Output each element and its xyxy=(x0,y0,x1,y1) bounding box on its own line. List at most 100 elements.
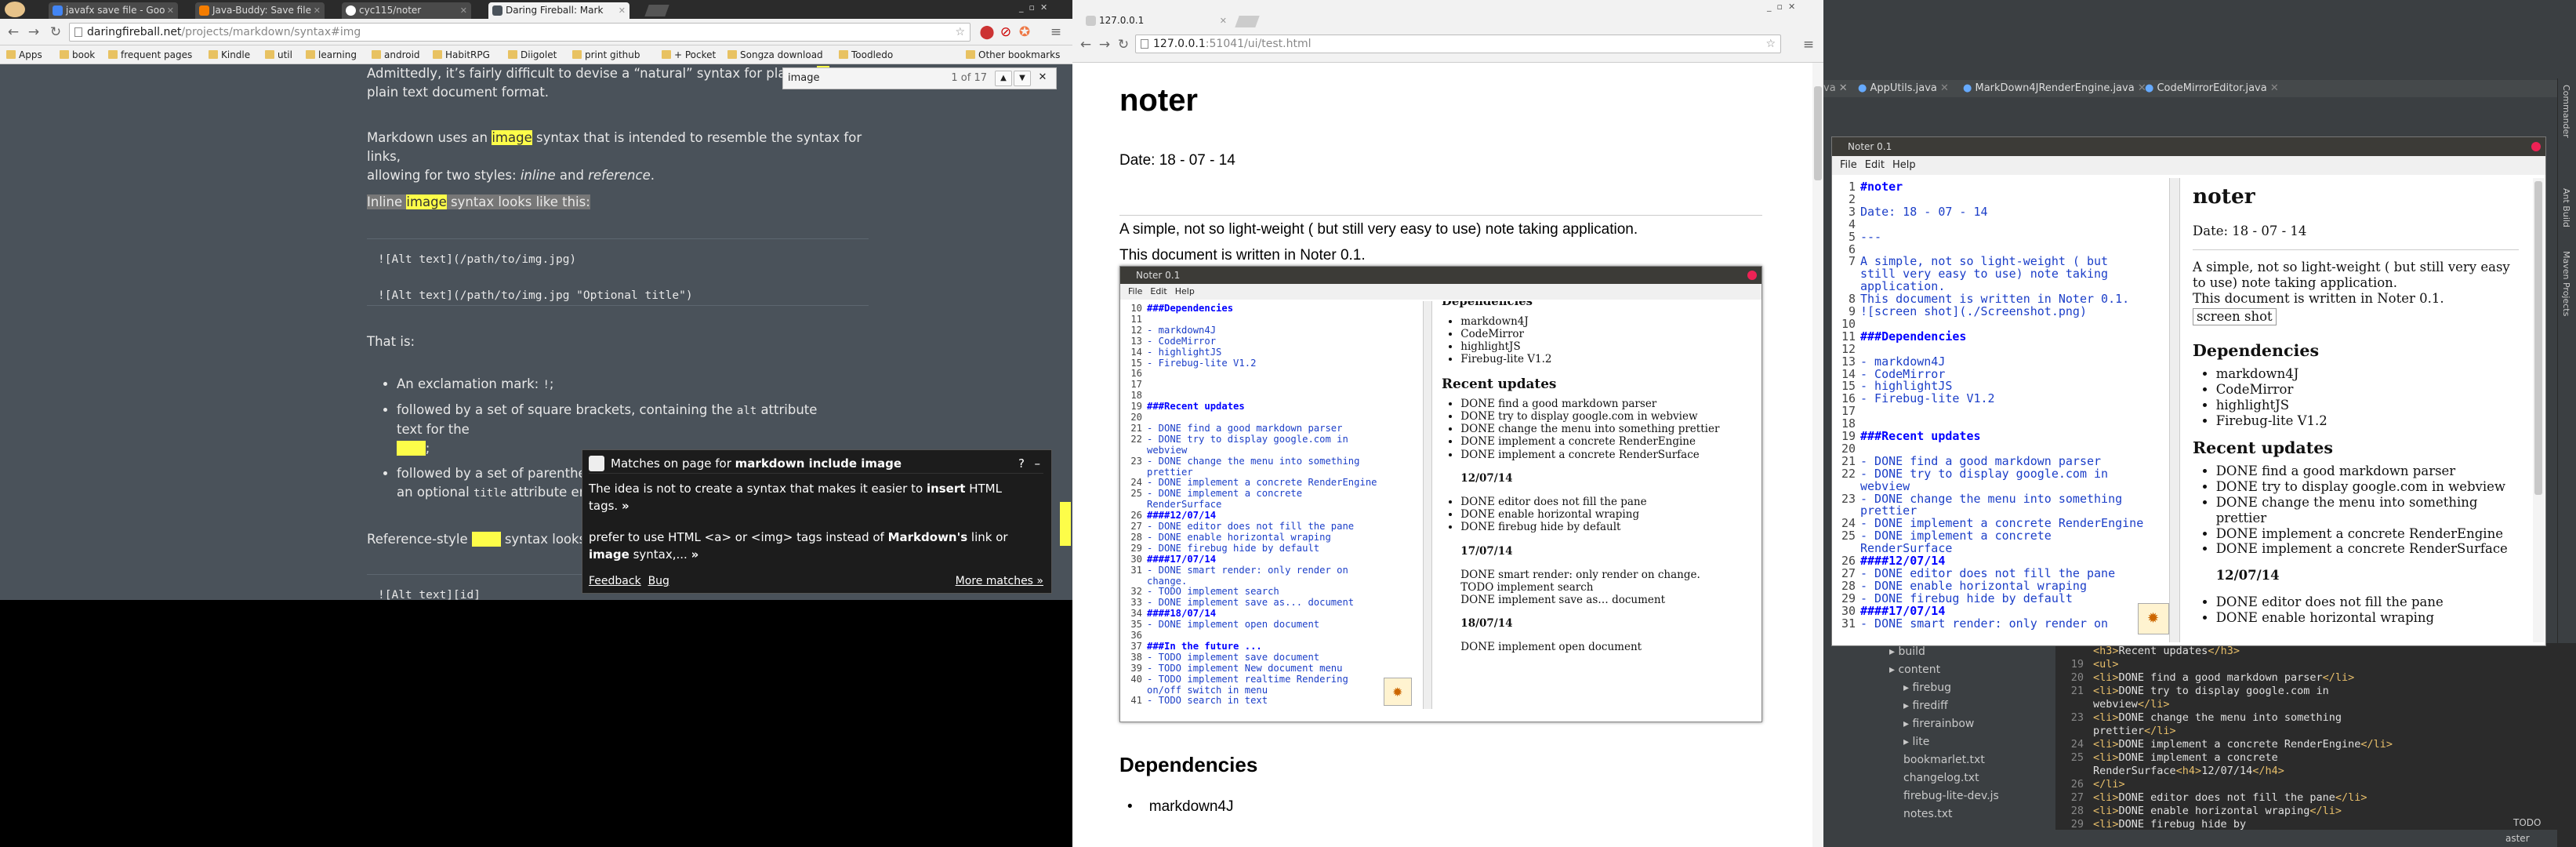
firebug-icon[interactable]: ✹ xyxy=(2138,603,2169,634)
preview-heading: Dependencies xyxy=(1442,301,1533,308)
help-icon[interactable]: ? xyxy=(1018,455,1025,472)
bookmark-folder[interactable]: util xyxy=(265,45,292,64)
menu-file[interactable]: File xyxy=(1840,159,1857,171)
tool-tab-maven[interactable]: Maven Projects xyxy=(2561,251,2571,316)
line-number: 33 xyxy=(1130,597,1142,609)
address-bar[interactable]: 127.0.0.1:51041/ui/test.html ☆ xyxy=(1135,35,1781,53)
tree-file[interactable]: bookmarlet.txt xyxy=(1903,751,1985,769)
pane-divider[interactable] xyxy=(2169,178,2180,642)
tree-file[interactable]: notes.txt xyxy=(1903,805,1953,823)
search-highlight xyxy=(397,441,426,456)
status-bar: aster TODO xyxy=(1823,817,2557,847)
date-subheading: 12/07/14 xyxy=(1460,471,1513,485)
bookmark-other[interactable]: Other bookmarks xyxy=(966,45,1060,64)
line-number: 21 xyxy=(2070,685,2084,697)
window-controls[interactable]: _ ▫ ✕ xyxy=(1767,2,1817,14)
extension-icon[interactable]: ✪ xyxy=(1016,24,1033,41)
tree-folder[interactable]: ▸ firediff xyxy=(1903,697,1948,715)
vertical-scrollbar[interactable] xyxy=(1812,63,1823,847)
reload-icon[interactable]: ↻ xyxy=(1115,36,1132,53)
forward-icon[interactable]: → xyxy=(1096,36,1113,53)
tool-tab-ant-build[interactable]: Ant Build xyxy=(2561,188,2571,227)
bookmark-link[interactable]: print github xyxy=(572,45,640,64)
bookmark-link[interactable]: + Pocket xyxy=(662,45,716,64)
new-tab-button[interactable] xyxy=(1235,16,1260,27)
extension-icon[interactable]: ⬤ xyxy=(978,24,996,41)
close-icon[interactable]: ✕ xyxy=(314,2,321,19)
line-number: 23 xyxy=(2070,711,2084,724)
markdown-editor[interactable]: 1 #noter 2 3 Date: 18 - 07 - 14 4 5 --- 6 7 A simp… xyxy=(1835,178,2168,642)
bookmark-folder[interactable]: learning xyxy=(306,45,357,64)
profile-avatar[interactable] xyxy=(5,2,25,17)
menu-edit[interactable]: Edit xyxy=(1865,159,1885,171)
left-scrollbar-marks[interactable] xyxy=(1060,502,1071,546)
close-icon[interactable]: ✕ xyxy=(2270,82,2279,94)
bookmark-folder[interactable]: frequent pages xyxy=(108,45,192,64)
tab-javafx[interactable]: javafx save file - Goo ✕ xyxy=(49,2,178,19)
extension-icon[interactable]: ⊘ xyxy=(997,24,1014,41)
match-result[interactable]: The idea is not to create a syntax that … xyxy=(589,480,1043,514)
bookmark-apps[interactable]: Apps xyxy=(6,45,42,64)
bookmark-folder[interactable]: android xyxy=(372,45,420,64)
bookmark-folder[interactable]: Kindle xyxy=(209,45,250,64)
tab-test-html[interactable]: 127.0.0.1 ✕ xyxy=(1082,13,1231,29)
preview-scrollbar[interactable] xyxy=(2533,178,2544,642)
tab-apputils[interactable]: ● AppUtils.java ✕ xyxy=(1858,80,1949,97)
tab-label: MarkDown4JRenderEngine.java xyxy=(1975,82,2135,94)
bookmark-link[interactable]: Songza download xyxy=(727,45,823,64)
text: Markdown uses an xyxy=(367,130,488,145)
tab-daring-fireball[interactable]: Daring Fireball: Mark ✕ xyxy=(488,2,629,19)
find-close-button[interactable]: ✕ xyxy=(1034,71,1051,86)
line-number: 35 xyxy=(1130,619,1142,631)
match-result[interactable]: prefer to use HTML <a> or <img> tags ins… xyxy=(589,529,1043,563)
feedback-link[interactable]: Feedback xyxy=(589,575,641,587)
tab-codemirror[interactable]: ● CodeMirrorEditor.java ✕ xyxy=(2145,80,2279,97)
tree-folder[interactable]: ▸ content xyxy=(1889,661,1940,679)
address-bar[interactable]: daringfireball.net/projects/markdown/syn… xyxy=(69,23,971,42)
close-icon[interactable]: ✕ xyxy=(1220,13,1227,29)
code-line: ###Recent updates xyxy=(1860,429,1981,443)
menu-icon[interactable]: ≡ xyxy=(1800,36,1817,53)
tab-java-buddy[interactable]: Java-Buddy: Save file ✕ xyxy=(195,2,325,19)
find-input[interactable]: image xyxy=(788,68,820,89)
bookmark-folder[interactable]: book xyxy=(60,45,95,64)
todo-tab[interactable]: TODO xyxy=(2513,814,2541,831)
new-tab-button[interactable] xyxy=(644,5,669,16)
find-prev-button[interactable]: ▲ xyxy=(995,71,1012,86)
bookmark-link[interactable]: Diigolet xyxy=(508,45,557,64)
tree-file[interactable]: firebug-lite-dev.js xyxy=(1903,787,1999,805)
bookmark-link[interactable]: Toodledo xyxy=(839,45,893,64)
popup-footer: Feedback Bug More matches » xyxy=(589,573,1043,590)
back-icon[interactable]: ← xyxy=(1077,36,1094,53)
date-subheading: 17/07/14 xyxy=(1460,544,1513,558)
find-next-button[interactable]: ▼ xyxy=(1014,71,1031,86)
back-icon[interactable]: ← xyxy=(5,24,22,41)
close-button[interactable] xyxy=(2531,142,2541,151)
menu-help[interactable]: Help xyxy=(1892,159,1916,171)
tab-markdown4j[interactable]: ● MarkDown4JRenderEngine.java ✕ xyxy=(1963,80,2146,97)
forward-icon[interactable]: → xyxy=(25,24,42,41)
list-item: Firebug-lite V1.2 xyxy=(2216,413,2519,429)
tool-tab-commander[interactable]: Commander xyxy=(2561,85,2571,138)
tab-github[interactable]: cyc115/noter ✕ xyxy=(342,2,471,19)
tree-folder[interactable]: ▸ firebug xyxy=(1903,679,1951,697)
list-item: markdown4J xyxy=(2216,366,2519,382)
bug-link[interactable]: Bug xyxy=(648,575,669,587)
window-controls[interactable]: _ ▫ ✕ xyxy=(1019,2,1069,15)
list-item: DONE enable horizontal wraping xyxy=(1460,508,1736,521)
reload-icon[interactable]: ↻ xyxy=(47,24,64,41)
close-icon[interactable]: ✕ xyxy=(460,2,467,19)
tree-folder[interactable]: ▸ firerainbow xyxy=(1903,715,1974,733)
menu-icon[interactable]: ≡ xyxy=(1047,24,1065,41)
tree-folder[interactable]: ▸ lite xyxy=(1903,733,1929,751)
close-icon[interactable]: ✕ xyxy=(619,2,626,19)
bookmark-link[interactable]: HabitRPG xyxy=(433,45,490,64)
minimize-icon[interactable]: – xyxy=(1035,455,1041,472)
tree-file[interactable]: changelog.txt xyxy=(1903,769,1979,787)
list-item: CodeMirror xyxy=(1460,328,1736,340)
bookmark-star-icon[interactable]: ☆ xyxy=(955,24,965,41)
bookmark-star-icon[interactable]: ☆ xyxy=(1765,35,1776,53)
more-matches-link[interactable]: More matches » xyxy=(956,573,1043,590)
close-icon[interactable]: ✕ xyxy=(1940,82,1949,94)
close-icon[interactable]: ✕ xyxy=(167,2,174,19)
